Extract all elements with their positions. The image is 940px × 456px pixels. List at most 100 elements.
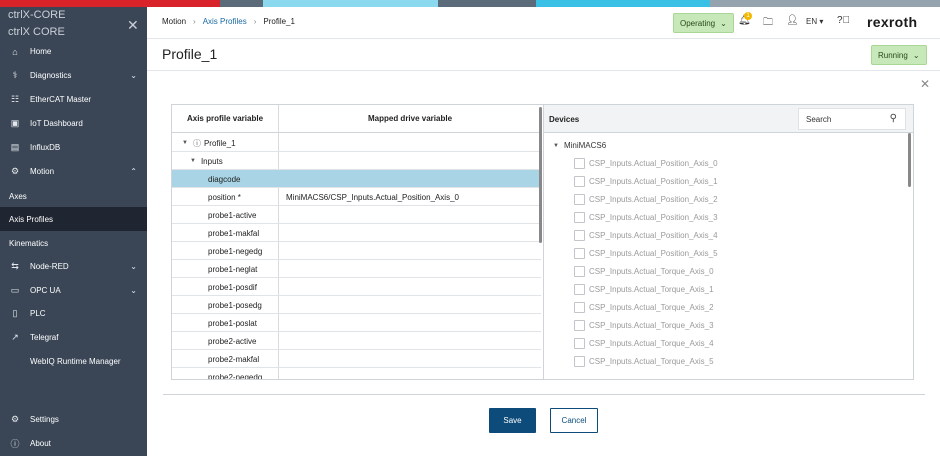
table-row[interactable]: probe2-active <box>172 332 541 350</box>
chevron-down-icon: ⌄ <box>720 18 727 28</box>
device-variable-item[interactable]: CSP_Inputs.Actual_Position_Axis_0 <box>574 154 718 172</box>
device-variable-item[interactable]: CSP_Inputs.Actual_Torque_Axis_2 <box>574 298 714 316</box>
device-variable-label: CSP_Inputs.Actual_Position_Axis_4 <box>589 230 718 240</box>
device-variable-label: CSP_Inputs.Actual_Torque_Axis_2 <box>589 302 714 312</box>
color-bar-segment <box>220 0 263 7</box>
table-row[interactable]: probe1-posedg <box>172 296 541 314</box>
user-icon[interactable]: 👤︎ <box>786 15 799 26</box>
device-variable-item[interactable]: CSP_Inputs.Actual_Torque_Axis_3 <box>574 316 714 334</box>
checkbox[interactable] <box>574 283 585 295</box>
color-bar-segment <box>710 0 940 7</box>
sidebar-item-webiq-runtime-manager[interactable]: WebIQ Runtime Manager <box>0 350 147 373</box>
close-icon[interactable]: ✕ <box>920 77 930 91</box>
sidebar-item-influxdb[interactable]: ▤ InfluxDB <box>0 136 147 159</box>
sidebar-item-plc[interactable]: ▯ PLC <box>0 302 147 325</box>
caret-down-icon[interactable]: ▼ <box>182 140 188 146</box>
checkbox[interactable] <box>574 355 585 367</box>
checkbox[interactable] <box>574 193 585 205</box>
checkbox[interactable] <box>574 301 585 313</box>
sidebar-item-motion[interactable]: ⚙ Motion ⌃ <box>0 160 147 183</box>
running-state-label: Running <box>878 50 908 60</box>
row-label: probe1-negedg <box>208 246 263 256</box>
node-red-icon: ⇆ <box>11 261 19 271</box>
row-label: probe2-negedg <box>208 372 263 380</box>
table-row[interactable]: probe2-negedg <box>172 368 541 380</box>
table-row[interactable]: probe1-active <box>172 206 541 224</box>
checkbox[interactable] <box>574 157 585 169</box>
device-variable-label: CSP_Inputs.Actual_Torque_Axis_4 <box>589 338 714 348</box>
checkbox[interactable] <box>574 265 585 277</box>
checkbox[interactable] <box>574 337 585 349</box>
device-variable-item[interactable]: CSP_Inputs.Actual_Position_Axis_1 <box>574 172 718 190</box>
save-button[interactable]: Save <box>489 408 536 433</box>
language-selector[interactable]: EN ▾ <box>806 17 823 26</box>
sidebar-item-ethercat-master[interactable]: ☷ EtherCAT Master <box>0 88 147 111</box>
sidebar-item-label: Diagnostics <box>30 71 72 80</box>
cell-mapped-drive-variable[interactable]: MiniMACS6/CSP_Inputs.Actual_Position_Axi… <box>286 188 459 206</box>
table-row[interactable]: probe1-negedg <box>172 242 541 260</box>
checkbox[interactable] <box>574 175 585 187</box>
device-tree-root[interactable]: ▼ MiniMACS6 <box>553 141 606 150</box>
folder-icon[interactable]: 🗀 <box>763 15 773 32</box>
running-state-dropdown[interactable]: Running ⌄ <box>871 45 927 65</box>
operating-mode-dropdown[interactable]: Operating ⌄ <box>673 13 734 33</box>
table-row[interactable]: position * MiniMACS6/CSP_Inputs.Actual_Po… <box>172 188 541 206</box>
device-variable-item[interactable]: CSP_Inputs.Actual_Position_Axis_2 <box>574 190 718 208</box>
device-variable-item[interactable]: CSP_Inputs.Actual_Position_Axis_5 <box>574 244 718 262</box>
grid-scrollbar[interactable] <box>539 107 542 243</box>
sidebar-item-node-red[interactable]: ⇆ Node-RED ⌄ <box>0 255 147 278</box>
close-icon[interactable]: ✕ <box>127 17 139 34</box>
sidebar-item-kinematics[interactable]: Kinematics <box>0 231 147 255</box>
row-label: probe2-active <box>208 336 257 346</box>
checkbox[interactable] <box>574 319 585 331</box>
search-input[interactable]: Search ⚲ <box>798 108 906 130</box>
info-icon: ⓘ <box>10 439 20 449</box>
caret-down-icon[interactable]: ▼ <box>190 158 196 164</box>
device-variable-label: CSP_Inputs.Actual_Torque_Axis_0 <box>589 266 714 276</box>
diagnostics-icon: ⚕ <box>12 70 18 80</box>
table-row[interactable]: ▼ ⓘ Profile_1 <box>172 134 541 152</box>
cell-axis-profile-variable: diagcode <box>172 170 278 188</box>
sidebar-item-axis-profiles[interactable]: Axis Profiles <box>0 207 147 231</box>
table-row[interactable]: diagcode <box>172 170 541 188</box>
table-row[interactable]: probe1-neglat <box>172 260 541 278</box>
breadcrumb-motion[interactable]: Motion <box>162 17 186 26</box>
table-row[interactable]: ▼ Inputs <box>172 152 541 170</box>
sidebar-item-iot-dashboard[interactable]: ▣ IoT Dashboard <box>0 112 147 135</box>
table-row[interactable]: probe2-makfal <box>172 350 541 368</box>
device-variable-item[interactable]: CSP_Inputs.Actual_Torque_Axis_5 <box>574 352 714 370</box>
devices-header: Devices Search ⚲ <box>544 105 913 133</box>
sidebar-item-label: WebIQ Runtime Manager <box>30 357 121 366</box>
cancel-button[interactable]: Cancel <box>550 408 598 433</box>
divider <box>163 394 925 395</box>
devices-scrollbar[interactable] <box>908 133 911 187</box>
sidebar-item-diagnostics[interactable]: ⚕ Diagnostics ⌄ <box>0 64 147 87</box>
sidebar-item-opc-ua[interactable]: ▭ OPC UA ⌄ <box>0 279 147 302</box>
device-variable-item[interactable]: CSP_Inputs.Actual_Position_Axis_3 <box>574 208 718 226</box>
row-label: probe1-posedg <box>208 300 262 310</box>
sidebar-item-about[interactable]: ⓘ About <box>0 432 147 455</box>
checkbox[interactable] <box>574 247 585 259</box>
device-variable-item[interactable]: CSP_Inputs.Actual_Position_Axis_4 <box>574 226 718 244</box>
checkbox[interactable] <box>574 211 585 223</box>
row-label: probe1-poslat <box>208 318 257 328</box>
table-row[interactable]: probe1-posdif <box>172 278 541 296</box>
device-variable-item[interactable]: CSP_Inputs.Actual_Torque_Axis_1 <box>574 280 714 298</box>
cell-axis-profile-variable: ▼ Inputs <box>172 152 278 170</box>
breadcrumb-axis-profiles[interactable]: Axis Profiles <box>203 17 247 26</box>
sidebar-item-axes[interactable]: Axes <box>0 184 147 208</box>
table-row[interactable]: probe1-makfal <box>172 224 541 242</box>
help-icon[interactable]: ?⃝ <box>837 15 850 26</box>
device-variable-item[interactable]: CSP_Inputs.Actual_Torque_Axis_0 <box>574 262 714 280</box>
cell-axis-profile-variable: probe1-posedg <box>172 296 278 314</box>
table-row[interactable]: probe1-poslat <box>172 314 541 332</box>
device-subtitle: ctrlX CORE <box>8 26 65 38</box>
checkbox[interactable] <box>574 229 585 241</box>
sidebar: ctrlX-CORE ctrlX CORE ✕ ⌂ Home ⚕ Diagnosti… <box>0 7 147 456</box>
home-icon: ⌂ <box>12 46 18 57</box>
sidebar-item-settings[interactable]: ⚙ Settings <box>0 408 147 431</box>
sidebar-item-label: InfluxDB <box>30 143 61 152</box>
device-variable-item[interactable]: CSP_Inputs.Actual_Torque_Axis_4 <box>574 334 714 352</box>
sidebar-item-telegraf[interactable]: ↗ Telegraf <box>0 326 147 349</box>
sidebar-item-home[interactable]: ⌂ Home <box>0 40 147 63</box>
